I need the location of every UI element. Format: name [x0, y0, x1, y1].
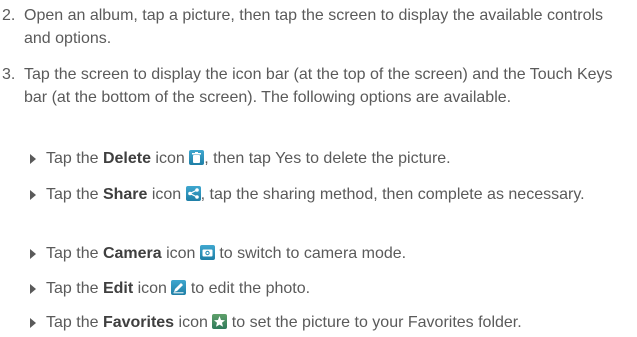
step-number: 3.	[2, 66, 16, 83]
bullet-text: Tap the Share icon , tap the sharing met…	[46, 186, 585, 203]
share-icon	[185, 186, 201, 201]
option-name: Edit	[102, 280, 134, 297]
option-name: Delete	[102, 150, 151, 167]
option-name: Share	[102, 186, 148, 203]
bullet-arrow-icon	[30, 318, 36, 328]
bullet-text: Tap the Camera icon to switch to camera …	[46, 245, 407, 262]
favorites-icon	[212, 314, 228, 329]
bullet-arrow-icon	[30, 154, 36, 164]
bullet-arrow-icon	[30, 284, 36, 294]
bullet-favorites: Tap the Favorites icon to set the pictur…	[30, 311, 630, 334]
bullet-arrow-icon	[30, 190, 36, 200]
bullet-text: Tap the Favorites icon to set the pictur…	[46, 314, 522, 331]
edit-icon	[171, 280, 187, 295]
bullet-delete: Tap the Delete icon , then tap Yes to de…	[30, 147, 630, 170]
option-name: Favorites	[102, 314, 175, 331]
step-number: 2.	[2, 7, 16, 24]
bullet-text: Tap the Edit icon to edit the photo.	[46, 280, 311, 297]
step-text: Open an album, tap a picture, then tap t…	[24, 7, 604, 47]
step-2: 2. Open an album, tap a picture, then ta…	[2, 4, 632, 50]
bullet-text: Tap the Delete icon , then tap Yes to de…	[46, 150, 451, 167]
bullet-edit: Tap the Edit icon to edit the photo.	[30, 277, 630, 300]
bullet-camera: Tap the Camera icon to switch to camera …	[30, 242, 630, 265]
step-text: Tap the screen to display the icon bar (…	[24, 66, 613, 106]
bullet-arrow-icon	[30, 249, 36, 259]
bullet-share: Tap the Share icon , tap the sharing met…	[30, 183, 630, 206]
option-name: Camera	[102, 245, 162, 262]
step-3: 3. Tap the screen to display the icon ba…	[2, 63, 632, 109]
camera-icon	[199, 245, 215, 260]
delete-icon	[189, 150, 205, 165]
